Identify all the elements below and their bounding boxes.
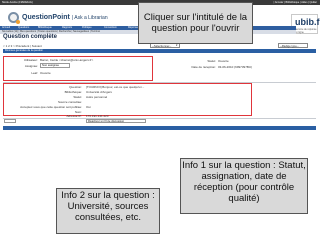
section-header-label: Données générales de la question xyxy=(5,49,43,52)
chevron-down-icon: ▼ xyxy=(175,44,178,47)
status-value: Ouverte xyxy=(218,59,229,63)
logo-tagline: | Ask a Librarian xyxy=(71,14,108,21)
field-value: Ouverte xyxy=(40,71,51,75)
ubib-name: ubib.fr xyxy=(295,17,320,27)
field-label: Statut: xyxy=(73,95,82,99)
logo-name: QuestionPoint xyxy=(22,14,70,21)
question-link[interactable]: [TOURNOI] Bonjour, est-ce que quelqu'un.… xyxy=(86,85,144,89)
field-label: Bibliothèque: xyxy=(64,90,82,94)
section-header-2 xyxy=(3,126,316,130)
field-label: Utilisateur: xyxy=(23,58,38,62)
type-select[interactable]: --Rédige type-- xyxy=(278,43,308,48)
questionpoint-logo-icon xyxy=(8,12,20,24)
field-label: Statut: xyxy=(207,59,216,63)
section-header: Données générales de la question xyxy=(3,49,316,53)
ubib-sub: Service de réponse en ligne xyxy=(295,28,317,34)
received-date: 03-06-2010 (6997397BU) xyxy=(218,65,253,69)
field-label: Leaf: xyxy=(31,71,38,75)
type-select-value: --Rédige type-- xyxy=(280,44,299,48)
field-label: Assignée: xyxy=(24,64,38,68)
callout-info-2: Info 2 sur la question : Université, sou… xyxy=(56,188,160,234)
assignee-select[interactable]: Non assignée xyxy=(40,63,70,68)
field-value: Barret, Cécile <cbarret@univ-angers.fr> xyxy=(40,58,94,62)
divider xyxy=(3,118,316,119)
field-label: Source consultée: xyxy=(57,100,82,104)
callout-top: Cliquer sur l'intitulé de la question po… xyxy=(138,2,253,44)
reactivate-select[interactable]: Réactiver un fil de discussion xyxy=(86,119,146,123)
pager[interactable]: < 1 2 3 > Précédent | Suivant xyxy=(3,44,42,48)
page-title: Question complète xyxy=(3,34,58,40)
action-select-value: --Sélectionner-- xyxy=(152,44,172,48)
field-label: Acceptez-vous que cette question soit pu… xyxy=(20,105,82,109)
field-value: Université d'Angers xyxy=(86,90,112,94)
app-logo[interactable]: QuestionPoint | Ask a Librarian xyxy=(8,12,108,24)
callout-info-1: Info 1 sur la question : Statut, assigna… xyxy=(180,158,308,214)
field-value: Autre personnel xyxy=(86,95,108,99)
field-label: Question: xyxy=(69,85,82,89)
field-value: Oui xyxy=(86,105,91,109)
small-button[interactable] xyxy=(4,119,16,123)
field-label: Date de réception: xyxy=(191,65,216,69)
